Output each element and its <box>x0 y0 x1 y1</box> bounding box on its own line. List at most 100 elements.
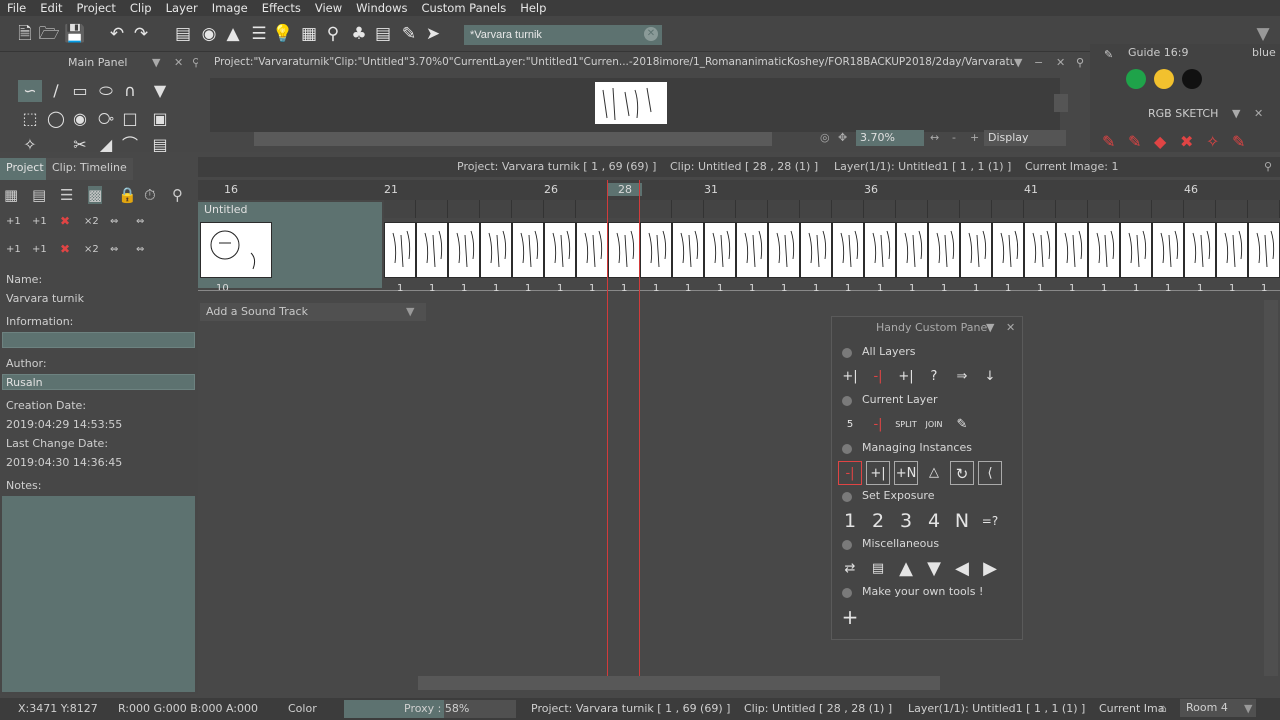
brush-icon[interactable]: ✎ <box>1104 48 1113 61</box>
exposure-query-button[interactable]: =? <box>978 509 1002 533</box>
library-icon[interactable]: ▤ <box>372 23 394 45</box>
lightbulb-icon[interactable]: 💡 <box>272 23 294 45</box>
storyboard-frame[interactable] <box>544 222 576 278</box>
section-collapse-icon[interactable] <box>842 540 852 550</box>
section-collapse-icon[interactable] <box>842 492 852 502</box>
add-instance-icon[interactable]: +| <box>866 461 890 485</box>
delete-exposure-icon[interactable]: ✖ <box>60 214 70 228</box>
shift-all-icon[interactable]: ⇒ <box>950 365 974 389</box>
paper-plane-icon[interactable]: ➤ <box>422 23 444 45</box>
undo-icon[interactable]: ↶ <box>106 23 128 45</box>
section-collapse-icon[interactable] <box>842 348 852 358</box>
arrow-up-icon[interactable]: ▲ <box>894 557 918 581</box>
information-field[interactable] <box>2 332 195 348</box>
yellow-swatch[interactable] <box>1154 69 1174 89</box>
storyboard-frame[interactable] <box>704 222 736 278</box>
zoom-reset-icon[interactable]: ◎ <box>820 131 830 144</box>
storyboard-frame[interactable] <box>768 222 800 278</box>
double-exposure-icon-2[interactable]: ×2 <box>84 244 99 255</box>
timer-icon[interactable]: ⏱ <box>144 186 156 204</box>
storyboard-frame[interactable] <box>832 222 864 278</box>
eraser-icon[interactable]: ◢ <box>94 134 118 156</box>
storyboard-frame[interactable] <box>416 222 448 278</box>
red-fill-icon[interactable]: ◆ <box>1154 132 1166 151</box>
add-tool-icon[interactable]: + <box>838 605 862 629</box>
film-view-icon[interactable]: ▤ <box>32 186 46 204</box>
exposure-2-button[interactable]: 2 <box>866 509 890 533</box>
red-marker-icon[interactable]: ✎ <box>1232 132 1245 151</box>
menu-help[interactable]: Help <box>513 1 553 15</box>
refresh-icon[interactable]: ↻ <box>950 461 974 485</box>
arrow-right-icon[interactable]: ▶ <box>978 557 1002 581</box>
storyboard-frame[interactable] <box>1184 222 1216 278</box>
red-cross-icon[interactable]: ✖ <box>1180 132 1193 151</box>
viewer-minimize-icon[interactable]: − <box>1034 56 1043 69</box>
shift-icon-3[interactable]: ⇔ <box>110 244 118 255</box>
menu-custom-panels[interactable]: Custom Panels <box>414 1 513 15</box>
frame-first[interactable] <box>200 222 272 278</box>
lasso-tool-icon[interactable]: ◯ <box>44 108 68 130</box>
storyboard-frame[interactable] <box>992 222 1024 278</box>
remove-all-icon[interactable]: -| <box>866 365 890 389</box>
notes-field[interactable] <box>2 496 195 692</box>
storyboard-frame[interactable] <box>864 222 896 278</box>
zoom-field[interactable]: 3.70% <box>856 130 924 146</box>
viewer-vscroll[interactable] <box>1054 94 1068 112</box>
add-exposure-icon-2[interactable]: +1 <box>6 244 21 255</box>
delete-exposure-icon-2[interactable]: ✖ <box>60 242 70 256</box>
shift-right-icon[interactable]: ⇔ <box>136 216 144 227</box>
lock-icon[interactable]: 🔒 <box>118 186 137 204</box>
grid-view-icon[interactable]: ▦ <box>4 186 18 204</box>
film-icon[interactable]: ▦ <box>298 23 320 45</box>
add-sound-track-button[interactable]: Add a Sound Track <box>200 303 426 321</box>
home-icon[interactable]: ⌂ <box>1160 702 1167 715</box>
right-pin-icon[interactable]: ⚲ <box>1076 56 1084 69</box>
shift-left-icon[interactable]: ⇔ <box>110 216 118 227</box>
storyboard-frame[interactable] <box>736 222 768 278</box>
query-all-icon[interactable]: ? <box>922 365 946 389</box>
timeline-pin-icon[interactable]: ⚲ <box>1264 160 1272 173</box>
storyboard-frame[interactable] <box>1056 222 1088 278</box>
eyedropper-icon[interactable]: ✎ <box>950 413 974 437</box>
exposure-1-button[interactable]: 1 <box>838 509 862 533</box>
menu-effects[interactable]: Effects <box>255 1 308 15</box>
red-pen-icon[interactable]: ✎ <box>1102 132 1115 151</box>
red-pencil-icon[interactable]: ✎ <box>1128 132 1141 151</box>
viewer-collapse-icon[interactable]: ▼ <box>1014 56 1022 69</box>
author-field[interactable]: Rusaln <box>2 374 195 390</box>
crop-tool-icon[interactable]: □ <box>118 108 142 130</box>
exposure-4-button[interactable]: 4 <box>922 509 946 533</box>
warp-tool-icon[interactable]: ✧ <box>18 134 42 156</box>
storyboard-frame[interactable] <box>576 222 608 278</box>
rgb-close-icon[interactable]: ✕ <box>1254 107 1263 120</box>
save-icon[interactable]: 💾 <box>64 23 86 45</box>
new-file-icon[interactable]: 🗎 <box>14 23 36 45</box>
add-all-icon[interactable]: +| <box>894 365 918 389</box>
storyboard-frame[interactable] <box>480 222 512 278</box>
set-five-icon[interactable]: 5 <box>838 413 862 437</box>
timeline-view-icon[interactable]: ▩ <box>88 186 103 204</box>
search-icon[interactable]: ⚲ <box>322 23 344 45</box>
section-collapse-icon[interactable] <box>842 588 852 598</box>
redo-icon[interactable]: ↷ <box>130 23 152 45</box>
tab-timeline[interactable]: Clip: Timeline <box>46 158 133 180</box>
storyboard-frame[interactable] <box>512 222 544 278</box>
copy-icon[interactable]: ▤ <box>866 557 890 581</box>
menu-image[interactable]: Image <box>205 1 255 15</box>
black-swatch[interactable] <box>1182 69 1202 89</box>
menu-project[interactable]: Project <box>70 1 123 15</box>
handy-collapse-icon[interactable]: ▼ <box>986 321 994 334</box>
arrow-left-icon[interactable]: ◀ <box>950 557 974 581</box>
scissors-icon[interactable]: ✂ <box>68 134 92 156</box>
list-view-icon[interactable]: ☰ <box>60 186 73 204</box>
add-exposure-icon[interactable]: +1 <box>6 216 21 227</box>
zoom-in-icon[interactable]: + <box>970 131 979 144</box>
storyboard-frame[interactable] <box>384 222 416 278</box>
room-dropdown-icon[interactable]: ▼ <box>1244 702 1252 715</box>
timeline-track[interactable]: Untitled 10 1 1 1 1 1 1 1 1 1 1 1 1 1 1 1 1 1 1 1 1 1 1 1 1 1 1 1 1 <box>198 200 1280 300</box>
green-swatch[interactable] <box>1126 69 1146 89</box>
remove-instance-icon[interactable]: -| <box>838 461 862 485</box>
add-n-instance-icon[interactable]: +N <box>894 461 918 485</box>
section-collapse-icon[interactable] <box>842 396 852 406</box>
timeline-hscroll[interactable] <box>418 676 940 690</box>
